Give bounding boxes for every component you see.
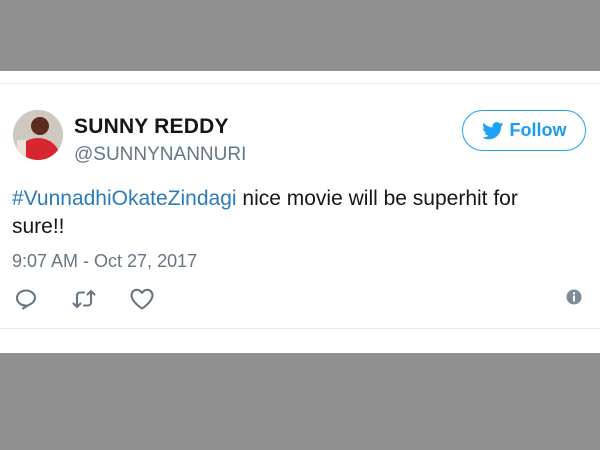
user-handle[interactable]: @SUNNYNANNURI (74, 144, 246, 166)
display-name[interactable]: SUNNY REDDY (74, 115, 229, 139)
follow-button[interactable]: Follow (462, 110, 586, 151)
hashtag-link[interactable]: #VunnadhiOkateZindagi (12, 187, 237, 210)
tweet-timestamp[interactable]: 9:07 AM - Oct 27, 2017 (12, 251, 197, 272)
tweet-text: #VunnadhiOkateZindagi nice movie will be… (12, 185, 572, 241)
reply-icon[interactable] (13, 286, 39, 312)
twitter-bird-icon (481, 121, 504, 140)
heart-icon[interactable] (129, 286, 155, 312)
info-icon[interactable] (566, 289, 582, 305)
avatar[interactable] (13, 110, 63, 160)
tweet-card: SUNNY REDDY @SUNNYNANNURI Follow #Vunnad… (0, 71, 600, 353)
avatar-image (13, 110, 63, 160)
follow-button-label: Follow (509, 120, 567, 140)
retweet-icon[interactable] (71, 286, 97, 312)
